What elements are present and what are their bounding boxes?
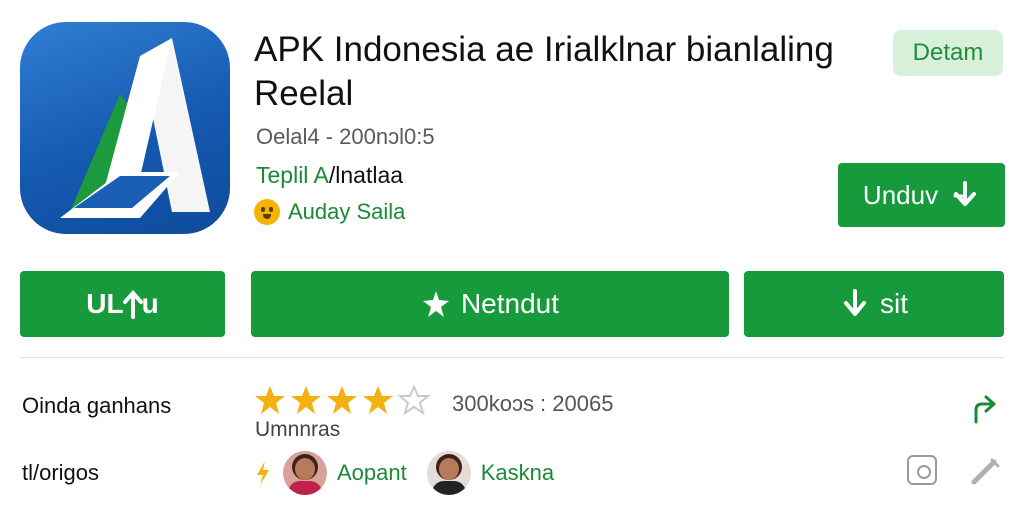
download-button[interactable]: Unduv bbox=[838, 163, 1005, 227]
star-burst-icon bbox=[422, 291, 449, 317]
edit-icon[interactable] bbox=[968, 454, 1002, 488]
developer-name: Auday Saila bbox=[288, 199, 406, 224]
detail-button[interactable]: Detam bbox=[893, 30, 1003, 76]
person-name-2[interactable]: Kaskna bbox=[481, 460, 554, 486]
info-label-1-b: ganhans bbox=[86, 393, 172, 418]
rating-stars bbox=[254, 384, 430, 416]
avatar[interactable] bbox=[283, 451, 327, 495]
review-count: 300koɔs : 20065 bbox=[452, 391, 614, 416]
star-empty-icon bbox=[398, 384, 430, 416]
app-logo-icon bbox=[60, 38, 210, 218]
category-rest: natlaa bbox=[340, 162, 404, 188]
star-filled-icon bbox=[291, 386, 321, 414]
share-action-label: sit bbox=[880, 288, 908, 319]
app-title: APK Indonesia ae Irialklnar bianlaling R… bbox=[254, 28, 874, 116]
star-filled-icon bbox=[255, 386, 285, 414]
title-line-2: Reelal bbox=[254, 74, 354, 113]
category-dark: /l bbox=[328, 162, 341, 188]
download-arrow-icon bbox=[844, 289, 866, 316]
share-icon[interactable] bbox=[968, 392, 1002, 426]
download-button-label: Unduv bbox=[862, 179, 939, 210]
info-label-1: Oinda ganhans bbox=[22, 393, 171, 419]
install-button[interactable]: Netndut bbox=[251, 271, 729, 337]
version-text: Oelal4 - 200nɔl0:5 bbox=[256, 124, 435, 149]
update-button-suffix: u bbox=[141, 288, 159, 319]
install-button-label: Netndut bbox=[460, 288, 560, 319]
people-row: Aopant Kaskna bbox=[255, 451, 554, 495]
section-divider bbox=[20, 357, 1004, 358]
app-icon bbox=[20, 22, 230, 234]
settings-icon[interactable] bbox=[907, 455, 937, 485]
rating-sublabel: Umnnras bbox=[255, 418, 341, 441]
update-button[interactable]: UL u bbox=[20, 271, 225, 337]
avatar[interactable] bbox=[426, 451, 471, 495]
share-action-button[interactable]: sit bbox=[744, 271, 1004, 337]
info-label-1-a: Oinda bbox=[22, 393, 81, 418]
update-button-label: UL bbox=[86, 288, 124, 319]
lightning-icon bbox=[257, 461, 269, 485]
title-line-1: APK Indonesia ae Irialklnar bianlaling bbox=[254, 30, 834, 69]
category-green: Teplil A bbox=[256, 162, 329, 188]
star-filled-icon bbox=[327, 386, 357, 414]
info-label-2: tl/origos bbox=[22, 460, 100, 485]
category-text: Teplil A/lnatlaa bbox=[256, 162, 403, 189]
emoji-face-icon bbox=[254, 199, 280, 225]
upload-arrow-icon bbox=[122, 289, 143, 319]
developer-row: Auday Saila bbox=[254, 199, 405, 225]
person-name-1[interactable]: Aopant bbox=[337, 460, 407, 486]
star-filled-icon bbox=[363, 386, 393, 414]
download-arrow-icon bbox=[953, 181, 977, 206]
